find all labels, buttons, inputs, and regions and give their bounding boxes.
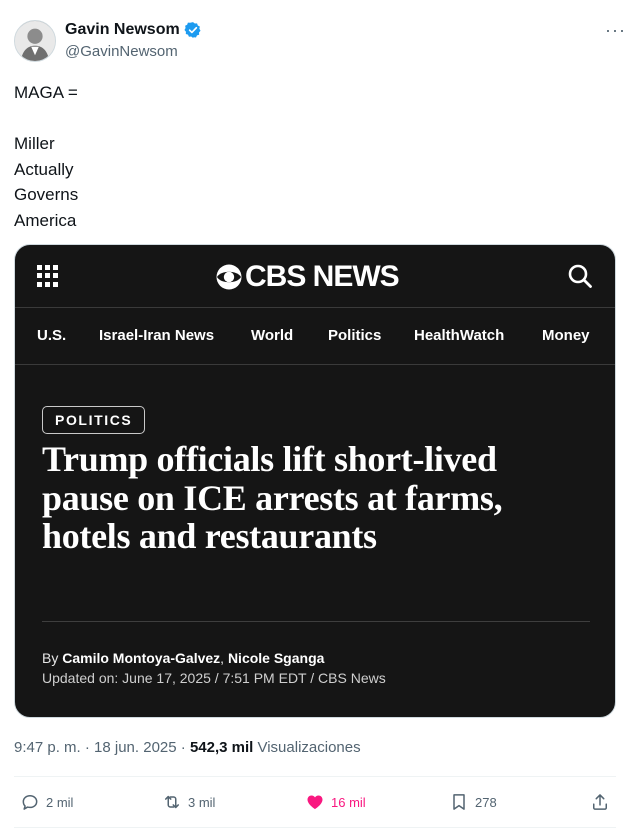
cbs-header-bar: CBS NEWS xyxy=(15,245,615,308)
reply-count: 2 mil xyxy=(46,794,74,810)
author-handle[interactable]: @GavinNewsom xyxy=(65,43,178,60)
byline-author-2: Nicole Sganga xyxy=(227,650,325,666)
tweet-text: MAGA = Miller Actually Governs America xyxy=(14,83,79,230)
nav-item-us: U.S. xyxy=(37,327,67,344)
section-tag: POLITICS xyxy=(42,406,146,434)
menu-grid-icon xyxy=(37,265,59,287)
heart-filled-icon xyxy=(307,795,323,810)
author-display-name[interactable]: Gavin Newsom xyxy=(65,21,180,39)
link-card[interactable]: CBS NEWS U.S. Israel-Iran News World Pol… xyxy=(14,244,616,718)
cbs-section-nav: U.S. Israel-Iran News World Politics Hea… xyxy=(15,308,615,365)
reply-icon xyxy=(22,795,38,810)
views-count: 542,3 mil xyxy=(189,739,254,756)
article-updated: Updated on: June 17, 2025 / 7:51 PM EDT … xyxy=(42,670,386,686)
tweet-timestamp[interactable]: 9:47 p. m. · 18 jun. 2025 · xyxy=(14,739,190,756)
byline-prefix: By xyxy=(42,650,63,666)
repost-icon xyxy=(165,795,179,809)
divider-bottom xyxy=(14,827,616,828)
share-button[interactable] xyxy=(590,792,610,812)
divider-top xyxy=(14,776,616,777)
nav-item-israel-iran: Israel-Iran News xyxy=(99,327,215,344)
views-label: Visualizaciones xyxy=(253,739,361,756)
like-count: 16 mil xyxy=(331,794,366,810)
cbs-eye-icon xyxy=(216,264,242,290)
share-icon xyxy=(593,794,607,810)
article-byline: By Camilo Montoya-Galvez, Nicole Sganga xyxy=(42,650,324,666)
byline-separator: , xyxy=(220,650,228,666)
tweet-meta: 9:47 p. m. · 18 jun. 2025 · 542,3 mil Vi… xyxy=(14,739,361,756)
article-headline: Trump officials lift short-lived pause o… xyxy=(42,439,503,556)
nav-item-healthwatch: HealthWatch xyxy=(414,327,505,344)
tweet-header: Gavin Newsom @GavinNewsom ··· xyxy=(14,18,626,66)
like-button[interactable]: 16 mil xyxy=(305,792,366,812)
bookmark-button[interactable]: 278 xyxy=(449,792,497,812)
repost-button[interactable]: 3 mil xyxy=(162,792,215,812)
cbs-wordmark: CBS NEWS xyxy=(245,260,400,293)
card-divider xyxy=(42,621,590,622)
repost-count: 3 mil xyxy=(188,794,216,810)
cbs-news-logo: CBS NEWS xyxy=(215,259,400,295)
author-name-row: Gavin Newsom xyxy=(65,21,202,39)
byline-author-1: Camilo Montoya-Galvez xyxy=(62,650,221,666)
nav-item-money: Money xyxy=(542,327,590,344)
nav-item-world: World xyxy=(251,327,294,344)
reply-button[interactable]: 2 mil xyxy=(20,792,73,812)
bookmark-icon xyxy=(453,794,465,810)
avatar-image xyxy=(15,21,55,61)
author-avatar[interactable] xyxy=(14,20,56,62)
action-bar: 2 mil 3 mil 16 mil 278 xyxy=(0,780,640,826)
more-options-icon[interactable]: ··· xyxy=(605,20,626,41)
verified-badge-icon xyxy=(184,22,201,38)
nav-item-politics: Politics xyxy=(328,327,382,344)
bookmark-count: 278 xyxy=(475,794,497,810)
search-icon xyxy=(568,264,592,288)
